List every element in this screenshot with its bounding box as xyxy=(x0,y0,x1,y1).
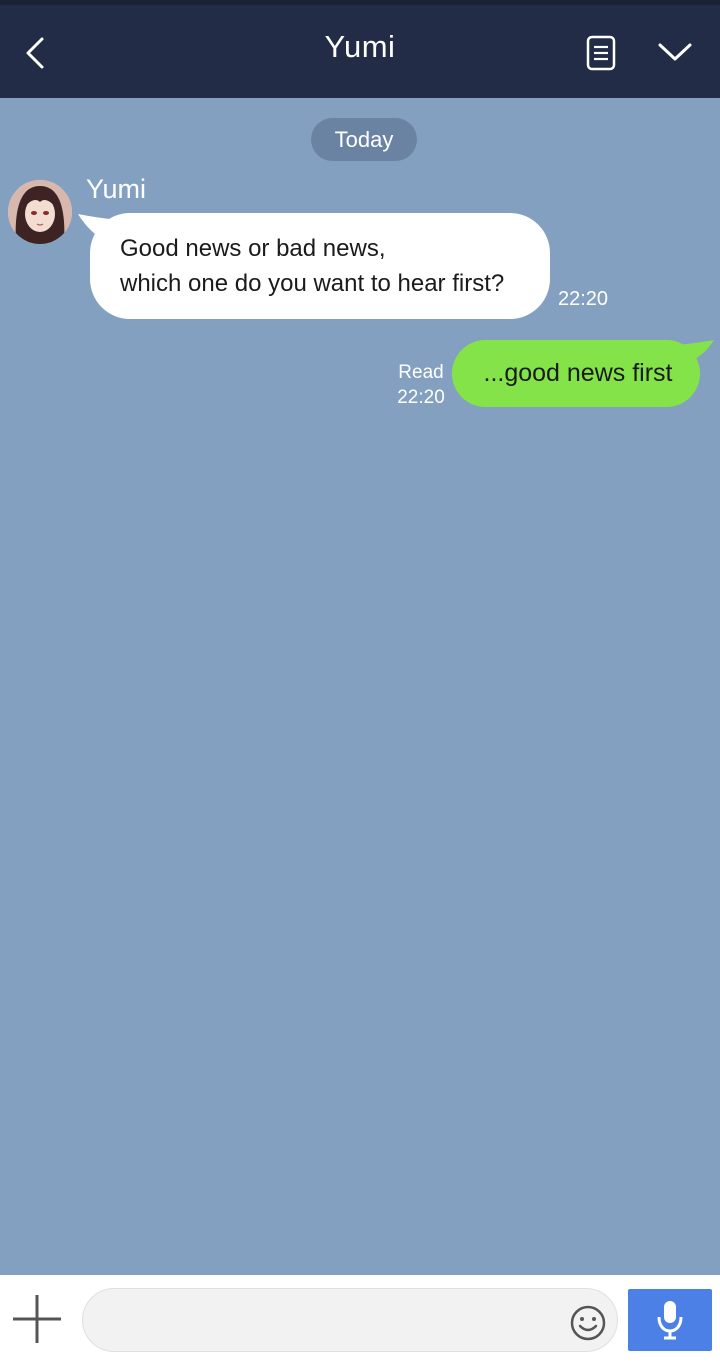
incoming-message-line: Good news or bad news, xyxy=(120,235,386,262)
outgoing-timestamp: 22:20 xyxy=(397,387,445,408)
message-input-box[interactable] xyxy=(82,1288,618,1353)
chevron-down-icon[interactable] xyxy=(656,37,694,67)
incoming-timestamp: 22:20 xyxy=(558,288,609,310)
message-input[interactable] xyxy=(103,1289,567,1353)
read-label: Read xyxy=(398,362,444,383)
microphone-icon xyxy=(657,1301,683,1340)
message-list[interactable]: Today Yumi Good news or bad news, which … xyxy=(0,98,720,1275)
date-divider: Today xyxy=(311,118,417,161)
notes-icon[interactable] xyxy=(584,35,618,71)
plus-icon[interactable] xyxy=(10,1292,64,1346)
incoming-message-line: which one do you want to hear first? xyxy=(120,270,505,297)
outgoing-message-bubble[interactable]: ...good news first xyxy=(452,340,700,407)
sender-name: Yumi xyxy=(86,174,147,204)
incoming-message-bubble[interactable]: Good news or bad news, which one do you … xyxy=(90,213,550,319)
emoji-icon[interactable] xyxy=(568,1303,608,1343)
avatar[interactable] xyxy=(8,180,72,244)
voice-message-button[interactable] xyxy=(628,1289,712,1351)
read-receipt: Read 22:20 xyxy=(392,360,450,410)
chat-header: Yumi xyxy=(0,5,720,98)
message-composer xyxy=(0,1275,720,1365)
